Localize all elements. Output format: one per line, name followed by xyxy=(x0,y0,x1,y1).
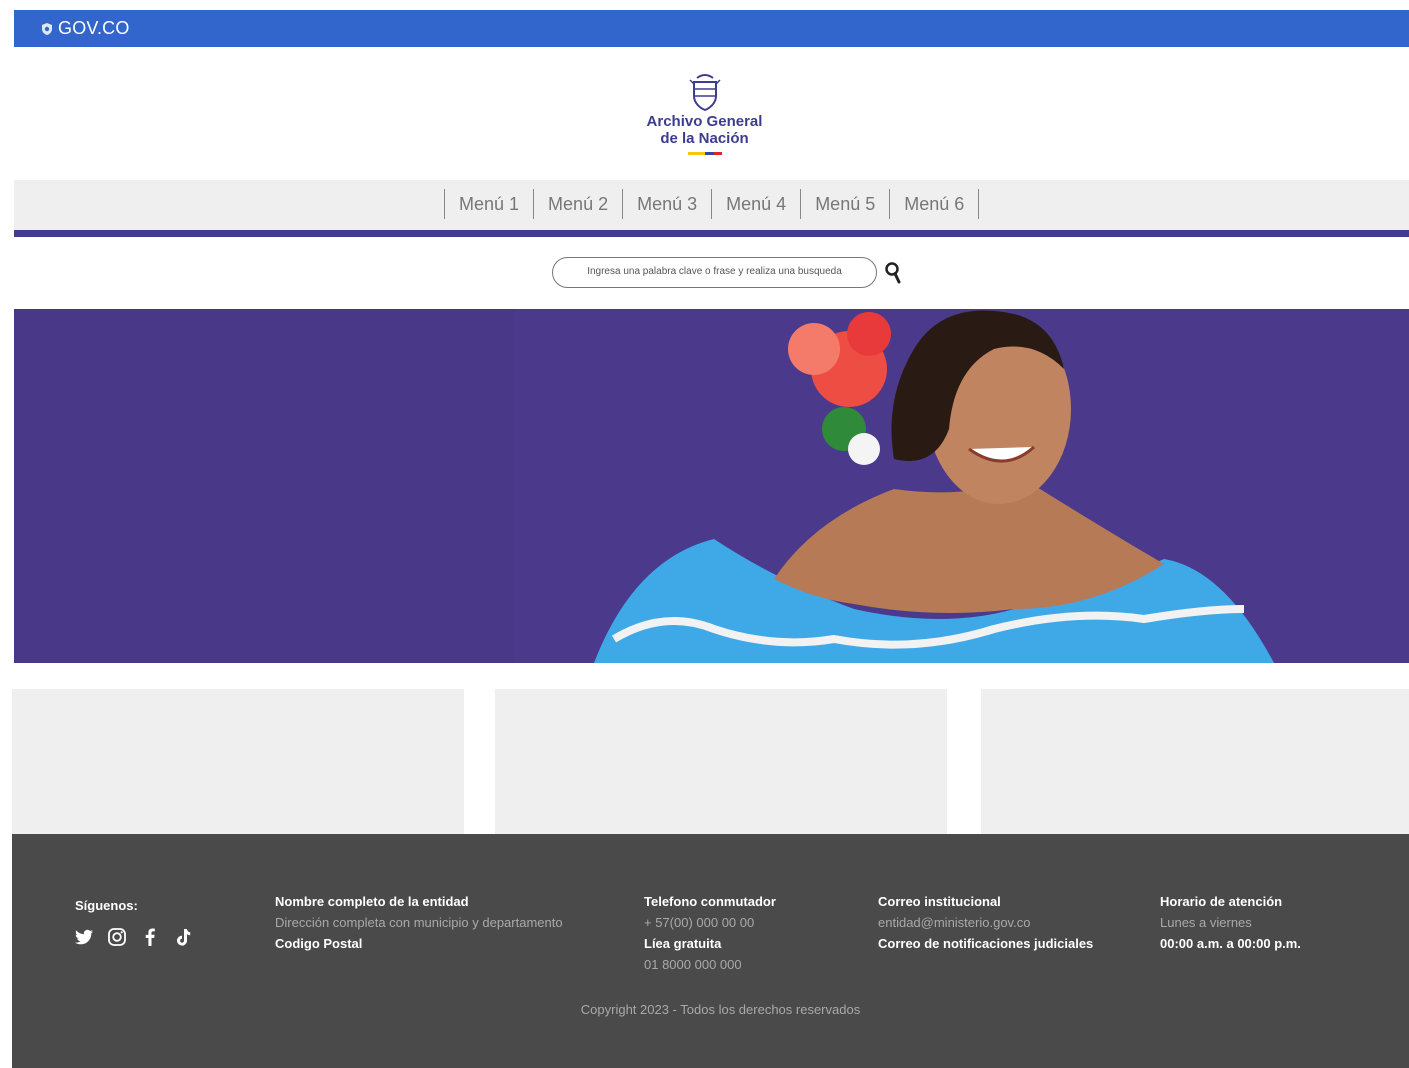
postal-code: Codigo Postal xyxy=(275,936,363,951)
tollfree-value[interactable]: 01 8000 000 000 xyxy=(644,954,776,975)
coat-of-arms-icon xyxy=(688,74,721,112)
phone-value[interactable]: + 57(00) 000 00 00 xyxy=(644,912,776,933)
copyright: Copyright 2023 - Todos los derechos rese… xyxy=(580,1002,861,1017)
email-link[interactable]: entidad@ministerio.gov.co xyxy=(878,912,1093,933)
instagram-icon[interactable] xyxy=(107,927,127,947)
twitter-icon[interactable] xyxy=(74,927,94,947)
flag-stripe xyxy=(687,152,722,155)
menu-list: Menú 1 Menú 2 Menú 3 Menú 4 Menú 5 Menú … xyxy=(444,189,980,219)
menu-item-5[interactable]: Menú 5 xyxy=(800,189,889,219)
search-icon[interactable] xyxy=(884,261,902,285)
site-logo[interactable]: Archivo General de la Nación xyxy=(0,72,1409,155)
site-footer: Síguenos: Nombre completo de la entidad … xyxy=(12,834,1409,1068)
govco-bar: GOV.CO xyxy=(14,10,1409,47)
content-card-1[interactable] xyxy=(12,689,464,834)
menu-item-4[interactable]: Menú 4 xyxy=(711,189,800,219)
content-card-3[interactable] xyxy=(981,689,1409,834)
menu-item-2[interactable]: Menú 2 xyxy=(533,189,622,219)
govco-link[interactable]: GOV.CO xyxy=(40,18,130,39)
entity-name: Nombre completo de la entidad xyxy=(275,894,469,909)
shield-icon xyxy=(42,22,52,35)
menu-item-1[interactable]: Menú 1 xyxy=(444,189,533,219)
hours-time: 00:00 a.m. a 00:00 p.m. xyxy=(1160,936,1301,951)
social-links xyxy=(74,927,193,947)
phone-info: Telefono conmutador + 57(00) 000 00 00 L… xyxy=(644,891,776,975)
facebook-icon[interactable] xyxy=(140,927,160,947)
tiktok-icon[interactable] xyxy=(173,927,193,947)
hours-days: Lunes a viernes xyxy=(1160,915,1252,930)
phone-title: Telefono conmutador xyxy=(644,894,776,909)
email-title: Correo institucional xyxy=(878,894,1001,909)
logo-line-1: Archivo General xyxy=(646,113,763,130)
hours-title: Horario de atención xyxy=(1160,894,1283,909)
logo-line-2: de la Nación xyxy=(660,130,749,147)
menu-item-3[interactable]: Menú 3 xyxy=(622,189,711,219)
entity-info: Nombre completo de la entidad Dirección … xyxy=(275,891,563,954)
content-card-2[interactable] xyxy=(495,689,947,834)
hero-banner xyxy=(14,309,1409,663)
search-input[interactable]: Ingresa una palabra clave o frase y real… xyxy=(552,257,877,288)
tollfree-title: Líea gratuita xyxy=(644,936,722,951)
govco-text: GOV.CO xyxy=(58,18,130,38)
hero-image xyxy=(14,309,1409,663)
judicial-email-title[interactable]: Correo de notificaciones judiciales xyxy=(878,933,1093,954)
main-menu: Menú 1 Menú 2 Menú 3 Menú 4 Menú 5 Menú … xyxy=(14,180,1409,237)
entity-address: Dirección completa con municipio y depar… xyxy=(275,915,563,930)
follow-label: Síguenos: xyxy=(75,898,138,913)
email-info: Correo institucional entidad@ministerio.… xyxy=(878,891,1093,954)
hours-info: Horario de atención Lunes a viernes 00:0… xyxy=(1160,891,1301,954)
menu-item-6[interactable]: Menú 6 xyxy=(889,189,980,219)
